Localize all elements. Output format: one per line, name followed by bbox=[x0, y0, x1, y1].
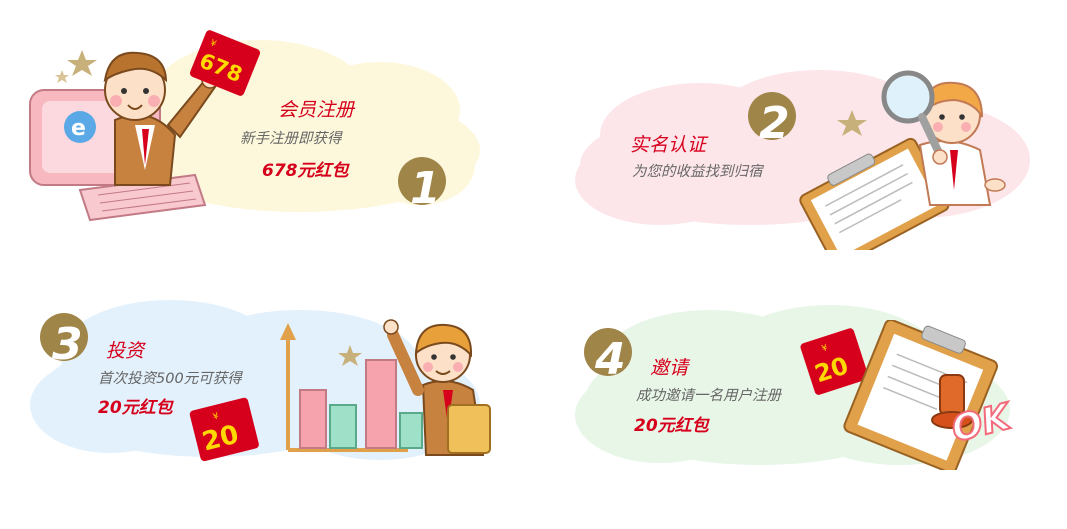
step-title: 会员注册 bbox=[278, 99, 355, 121]
red-packet-badge: ¥ 678 bbox=[189, 30, 261, 96]
step-title: 实名认证 bbox=[630, 134, 707, 156]
step-number: 2 bbox=[759, 98, 790, 149]
step-2-verify: 2 实名认证 为您的收益找到归宿 bbox=[560, 40, 1060, 260]
chart-bar bbox=[365, 359, 397, 449]
step-number-circle: 4 bbox=[584, 328, 632, 385]
magnifier-girl-illustration bbox=[799, 70, 1006, 250]
ok-stamp-text: OK bbox=[948, 396, 1018, 450]
step-number-circle: 1 bbox=[398, 157, 446, 214]
chart-bar bbox=[399, 412, 423, 449]
star-icon bbox=[837, 110, 867, 136]
star-icon bbox=[338, 345, 362, 366]
step-description: 成功邀请一名用户注册 bbox=[636, 388, 781, 404]
step-reward: 678元红包 bbox=[262, 161, 349, 181]
step-number: 3 bbox=[52, 319, 83, 370]
step-title: 邀请 bbox=[650, 357, 689, 379]
step-number: 1 bbox=[410, 163, 441, 214]
step-3-invest: 3 ¥ 20 投资 首次投资500元可获得 20元红包 bbox=[0, 285, 520, 485]
star-icon bbox=[67, 50, 97, 76]
step-1-register: e ¥ 678 1 会员注册 新手注册即获得 678元红包 bbox=[0, 0, 520, 240]
step-4-invite: 4 ¥ 20 OK 邀请 成功邀请一名用户注册 20元红包 bbox=[560, 290, 1065, 490]
step-reward: 20元红包 bbox=[98, 398, 173, 418]
step-title: 投资 bbox=[106, 340, 145, 362]
chart-bar bbox=[329, 404, 357, 449]
step-description: 新手注册即获得 bbox=[240, 131, 342, 147]
step-number: 4 bbox=[594, 334, 626, 385]
svg-text:e: e bbox=[71, 116, 86, 141]
star-icon bbox=[55, 70, 69, 83]
step-description: 为您的收益找到归宿 bbox=[632, 164, 763, 180]
red-packet-badge: ¥ 20 bbox=[189, 397, 259, 462]
step-reward: 20元红包 bbox=[634, 416, 709, 436]
step-number-circle: 3 bbox=[40, 313, 88, 370]
ok-stamp: OK bbox=[947, 395, 1019, 450]
chart-bar bbox=[299, 389, 327, 449]
step-description: 首次投资500元可获得 bbox=[98, 371, 242, 387]
bar-chart-boy-illustration bbox=[280, 319, 491, 456]
